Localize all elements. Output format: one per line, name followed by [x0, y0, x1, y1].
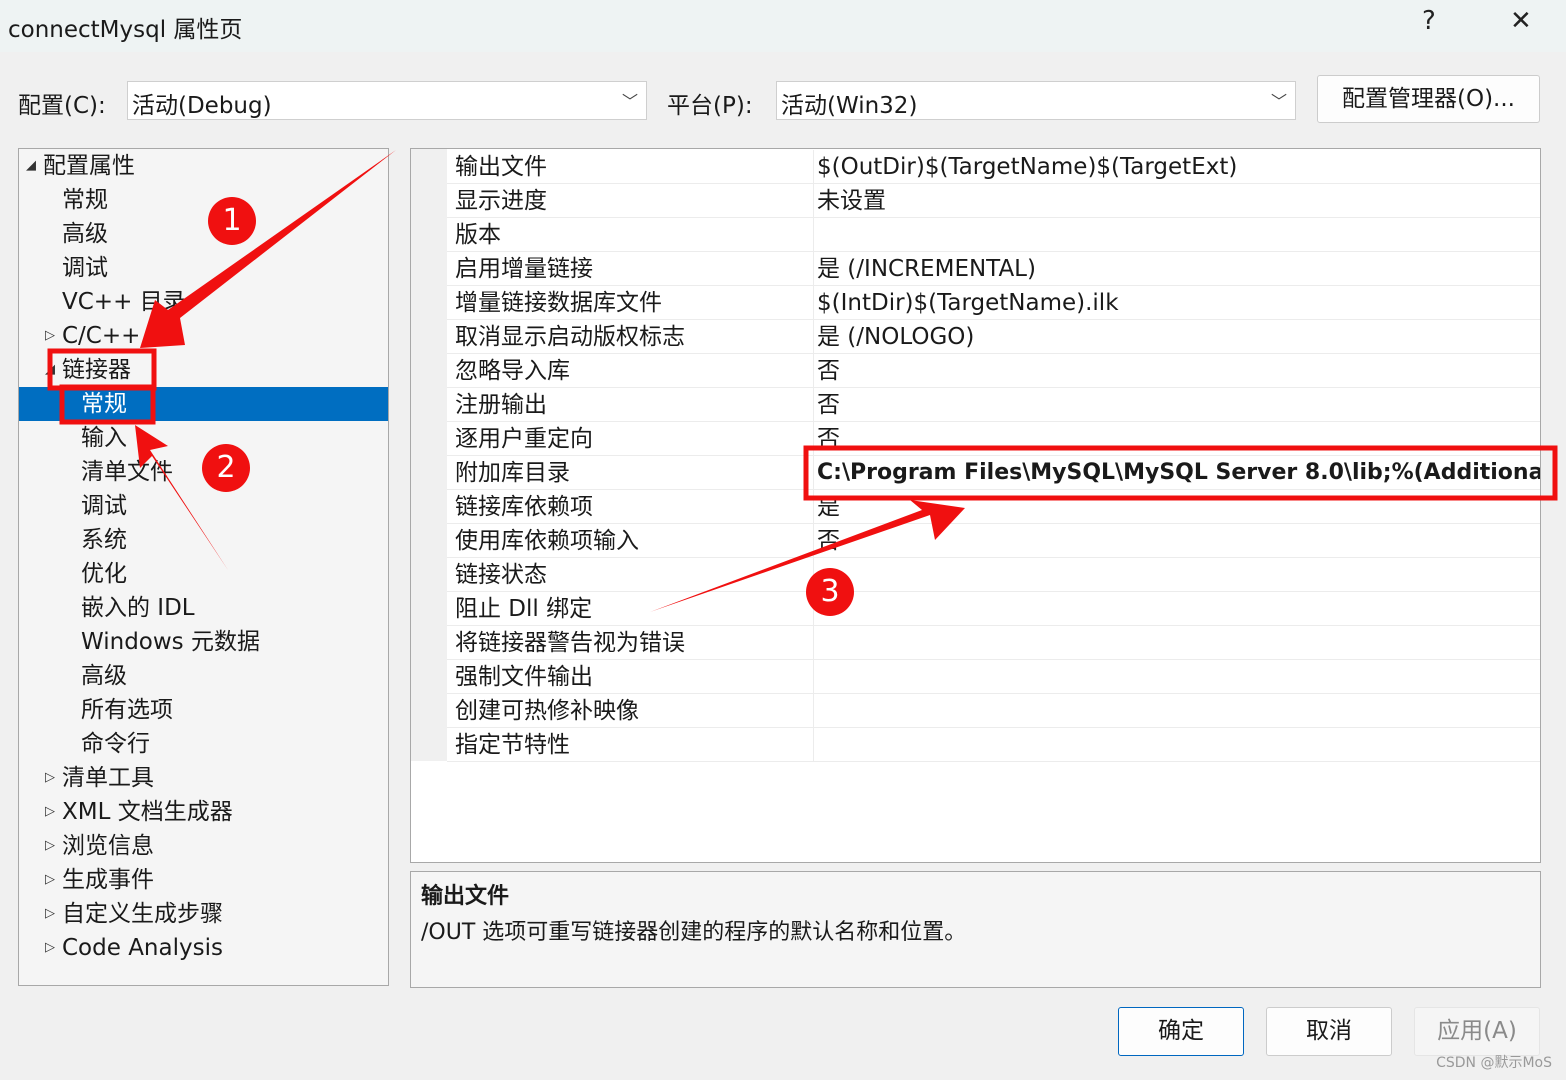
highlight-box-linker — [47, 348, 157, 391]
arrow-1 — [140, 150, 396, 348]
highlight-box-lib-dir — [803, 445, 1558, 501]
highlight-box-general — [59, 384, 156, 425]
annotation-badge-2: 2 — [202, 444, 250, 492]
annotation-badge-1: 1 — [208, 197, 256, 245]
annotation-badge-3: 3 — [806, 568, 854, 616]
annotation-overlay — [47, 150, 1558, 612]
